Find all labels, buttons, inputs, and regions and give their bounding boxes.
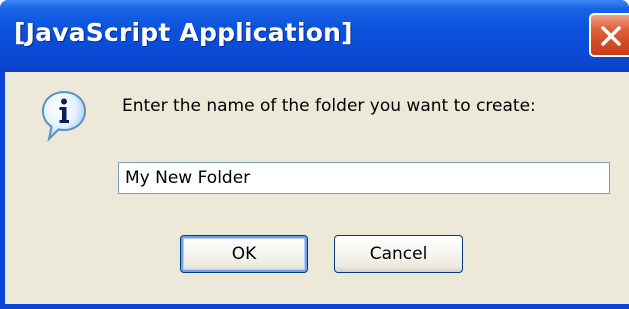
info-icon: [41, 90, 87, 142]
cancel-button[interactable]: Cancel: [334, 235, 463, 273]
close-button[interactable]: [589, 13, 629, 57]
prompt-message: Enter the name of the folder you want to…: [122, 96, 536, 116]
window-bottom-border: [0, 304, 629, 309]
ok-button[interactable]: OK: [180, 235, 308, 273]
folder-name-input[interactable]: [118, 162, 610, 194]
title-bar[interactable]: [JavaScript Application]: [0, 0, 629, 72]
dialog-body: Enter the name of the folder you want to…: [5, 72, 629, 304]
close-icon: [601, 26, 621, 46]
dialog-window: [JavaScript Application] Enter the name …: [0, 0, 629, 309]
window-title: [JavaScript Application]: [14, 18, 353, 47]
